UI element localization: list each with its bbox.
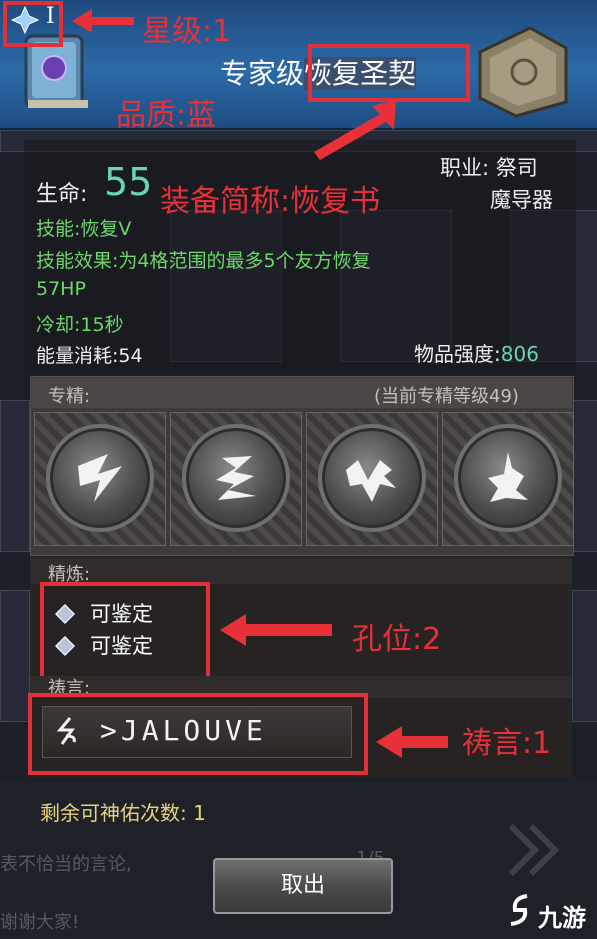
socket-arrow-icon — [220, 614, 332, 646]
remaining-blessings: 剩余可神佑次数: 1 — [40, 801, 206, 825]
cancel-button[interactable]: 取出 — [213, 858, 393, 914]
title-highlight — [308, 44, 470, 102]
prayer-rune-icon — [52, 716, 82, 750]
socket-1-label: 可鉴定 — [90, 602, 153, 626]
emblem-2-icon[interactable] — [182, 424, 290, 532]
emblem-4-icon[interactable] — [454, 424, 562, 532]
skill-effect-line2: 57HP — [36, 278, 86, 300]
background-book-icon — [470, 22, 574, 120]
background-chat-line2: 谢谢大家! — [0, 912, 80, 933]
annotation-star: 星级:1 — [142, 14, 232, 49]
item-strength-value: 806 — [500, 342, 539, 366]
specialization-label: 专精: — [48, 386, 91, 407]
prayer-rune-text: >JALOUVE — [100, 714, 267, 747]
hp-label: 生命: — [36, 182, 88, 207]
emblem-3-icon[interactable] — [318, 424, 426, 532]
annotation-prayer: 祷言:1 — [462, 726, 552, 761]
socket-2-label: 可鉴定 — [90, 634, 153, 658]
socket-diamond-icon — [55, 636, 75, 656]
item-title-prefix: 专家级 — [220, 57, 305, 90]
job-label: 职业: 祭司 — [440, 156, 538, 180]
background-slot — [572, 400, 597, 552]
skill-effect-line1: 技能效果:为4格范围的最多5个友方恢复 — [36, 250, 371, 272]
star-arrow-icon — [72, 9, 134, 33]
specialization-level: (当前专精等级49) — [374, 386, 519, 407]
background-slot — [572, 590, 597, 722]
annotation-quality: 品质:蓝 — [116, 98, 217, 133]
background-chat-line1: 表不恰当的言论, — [0, 854, 132, 875]
socket-diamond-icon — [55, 604, 75, 624]
background-slot — [0, 590, 30, 722]
hp-value: 55 — [104, 160, 153, 204]
skill-name: 技能:恢复V — [36, 218, 132, 240]
annotation-sockets: 孔位:2 — [352, 622, 442, 657]
watermark-text: 九游 — [538, 904, 586, 932]
emblem-1-icon[interactable] — [46, 424, 154, 532]
cooldown: 冷却:15秒 — [36, 314, 124, 336]
annotation-short-name: 装备简称:恢复书 — [160, 184, 381, 219]
prayer-arrow-icon — [376, 726, 448, 758]
job-value: 魔导器 — [490, 188, 553, 212]
refining-header — [30, 558, 572, 584]
socket-1[interactable]: 可鉴定 — [55, 598, 153, 628]
title-arrow-icon — [314, 100, 396, 160]
socket-2[interactable]: 可鉴定 — [55, 630, 153, 660]
item-strength: 物品强度:806 — [414, 338, 539, 367]
energy-cost: 能量消耗:54 — [36, 345, 143, 367]
item-strength-label: 物品强度: — [414, 342, 501, 366]
star-highlight — [3, 1, 63, 47]
watermark-logo-icon — [505, 892, 535, 932]
background-next-arrow-icon — [505, 820, 565, 880]
background-slot — [0, 400, 30, 552]
